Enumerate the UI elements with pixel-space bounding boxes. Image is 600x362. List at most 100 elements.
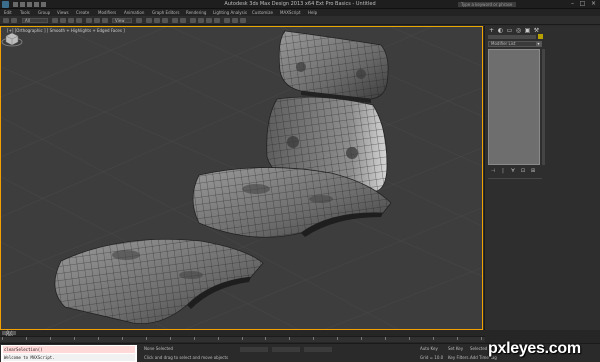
timeline-tick <box>313 337 315 340</box>
layer-manager-icon[interactable] <box>190 18 196 23</box>
timeline-tick <box>241 337 243 340</box>
timeline-tick <box>217 337 219 340</box>
menu-views[interactable]: Views <box>57 10 69 15</box>
tab-hierarchy[interactable]: ▭ <box>506 27 513 34</box>
timeline-tick <box>145 337 147 340</box>
perspective-viewport[interactable]: [+] [Orthographic ] [ Smooth + Highlight… <box>0 26 483 330</box>
redo-icon[interactable] <box>11 18 17 23</box>
main-toolbar: All View <box>0 16 600 25</box>
title-bar: Autodesk 3ds Max Design 2013 x64 Ext Pro… <box>0 0 600 9</box>
menu-rendering[interactable]: Rendering <box>186 10 206 15</box>
y-coordinate-field[interactable] <box>272 347 300 352</box>
timeline-tick <box>193 337 195 340</box>
pin-stack-icon[interactable]: ⊣ <box>490 168 496 174</box>
timeline-tick <box>2 337 3 340</box>
angle-snap-icon[interactable] <box>154 18 160 23</box>
object-color-swatch[interactable] <box>538 34 543 39</box>
render-setup-icon[interactable] <box>224 18 230 23</box>
maximize-button[interactable]: □ <box>578 1 587 7</box>
timeline-tick <box>49 337 51 340</box>
material-editor-icon[interactable] <box>214 18 220 23</box>
reference-coordinate-dropdown[interactable]: View <box>112 18 132 23</box>
timeline-tick <box>265 337 267 340</box>
undo-icon[interactable] <box>3 18 9 23</box>
timeline-tick <box>481 337 482 340</box>
make-unique-icon[interactable]: ∀ <box>510 168 516 174</box>
configure-modifier-icon[interactable]: ⊞ <box>530 168 536 174</box>
rendered-frame-window-icon[interactable] <box>232 18 238 23</box>
snap-toggle-icon[interactable] <box>146 18 152 23</box>
viewport-scene <box>1 27 482 329</box>
set-key-button[interactable]: Set Key <box>448 346 463 351</box>
close-button[interactable]: × <box>589 1 598 7</box>
prompt-line: Click and drag to select and move object… <box>144 355 229 360</box>
tab-display[interactable]: ▣ <box>524 27 531 34</box>
watermark-logo: pxleyes.com <box>488 340 581 357</box>
key-filters-button[interactable]: Key Filters... <box>448 355 472 360</box>
menu-animation[interactable]: Animation <box>124 10 144 15</box>
selection-filter-dropdown[interactable]: All <box>22 18 48 23</box>
tab-utilities[interactable]: ⚒ <box>533 27 540 34</box>
align-icon[interactable] <box>180 18 186 23</box>
menu-create[interactable]: Create <box>76 10 89 15</box>
window-crossing-icon[interactable] <box>76 18 82 23</box>
chevron-down-icon: ▾ <box>536 41 541 46</box>
search-field[interactable]: Type a keyword or phrase <box>458 2 516 7</box>
curve-editor-icon[interactable] <box>198 18 204 23</box>
show-end-result-icon[interactable]: | <box>500 168 506 174</box>
timeline-tick <box>409 337 411 340</box>
menu-help[interactable]: Help <box>308 10 317 15</box>
command-panel: + ◐ ▭ ◎ ▣ ⚒ Modifier List ▾ ⊣ | ∀ ⊡ ⊞ <box>484 26 600 330</box>
timeline-track[interactable] <box>0 336 485 342</box>
menu-bar: Edit Tools Group Views Create Modifiers … <box>0 9 600 16</box>
percent-snap-icon[interactable] <box>162 18 168 23</box>
schematic-view-icon[interactable] <box>206 18 212 23</box>
menu-tools[interactable]: Tools <box>20 10 30 15</box>
viewcube-icon[interactable] <box>1 27 23 49</box>
object-name-field[interactable] <box>488 35 536 39</box>
viewport-label[interactable]: [+] [Orthographic ] [ Smooth + Highlight… <box>7 28 125 33</box>
remove-modifier-icon[interactable]: ⊡ <box>520 168 526 174</box>
select-object-icon[interactable] <box>52 18 58 23</box>
menu-group[interactable]: Group <box>38 10 50 15</box>
selection-status: None Selected <box>144 346 174 351</box>
menu-customize[interactable]: Customize <box>252 10 273 15</box>
modifier-list-dropdown[interactable]: Modifier List ▾ <box>488 41 542 47</box>
timeline-tick <box>97 337 99 340</box>
key-mode-selected[interactable]: Selected <box>470 346 487 351</box>
time-slider[interactable]: 0 / 100 <box>2 331 16 339</box>
pivot-icon[interactable] <box>136 18 142 23</box>
headrest-cushion <box>278 30 389 103</box>
modifier-stack-scrollbar[interactable] <box>542 49 545 165</box>
auto-key-button[interactable]: Auto Key <box>420 346 438 351</box>
timeline-tick <box>337 337 339 340</box>
timeline-tick <box>121 337 123 340</box>
scale-icon[interactable] <box>102 18 108 23</box>
menu-lighting-analysis[interactable]: Lighting Analysis <box>213 10 247 15</box>
maxscript-macro-recorder-line[interactable]: clearSelection() <box>3 346 135 353</box>
tab-motion[interactable]: ◎ <box>515 27 522 34</box>
select-by-name-icon[interactable] <box>60 18 66 23</box>
menu-maxscript[interactable]: MAXScript <box>280 10 301 15</box>
render-production-icon[interactable] <box>240 18 246 23</box>
minimize-button[interactable]: – <box>568 1 577 7</box>
menu-edit[interactable]: Edit <box>4 10 12 15</box>
move-icon[interactable] <box>86 18 92 23</box>
rectangular-selection-icon[interactable] <box>68 18 74 23</box>
x-coordinate-field[interactable] <box>240 347 268 352</box>
z-coordinate-field[interactable] <box>304 347 332 352</box>
menu-modifiers[interactable]: Modifiers <box>98 10 116 15</box>
modifier-list-label: Modifier List <box>491 41 516 46</box>
tab-create[interactable]: + <box>488 27 495 34</box>
rotate-icon[interactable] <box>94 18 100 23</box>
tab-modify[interactable]: ◐ <box>497 27 504 34</box>
timeline-tick <box>361 337 363 340</box>
grid-size: Grid = 10.0 <box>420 355 444 360</box>
mirror-icon[interactable] <box>172 18 178 23</box>
menu-graph-editors[interactable]: Graph Editors <box>152 10 179 15</box>
maxscript-output-line[interactable]: Welcome to MAXScript. <box>3 354 135 361</box>
modifier-stack-buttons: ⊣ | ∀ ⊡ ⊞ <box>490 168 540 174</box>
modifier-stack[interactable] <box>488 49 540 165</box>
maxscript-listener[interactable]: clearSelection() Welcome to MAXScript. <box>1 345 137 362</box>
panel-divider <box>488 178 542 179</box>
